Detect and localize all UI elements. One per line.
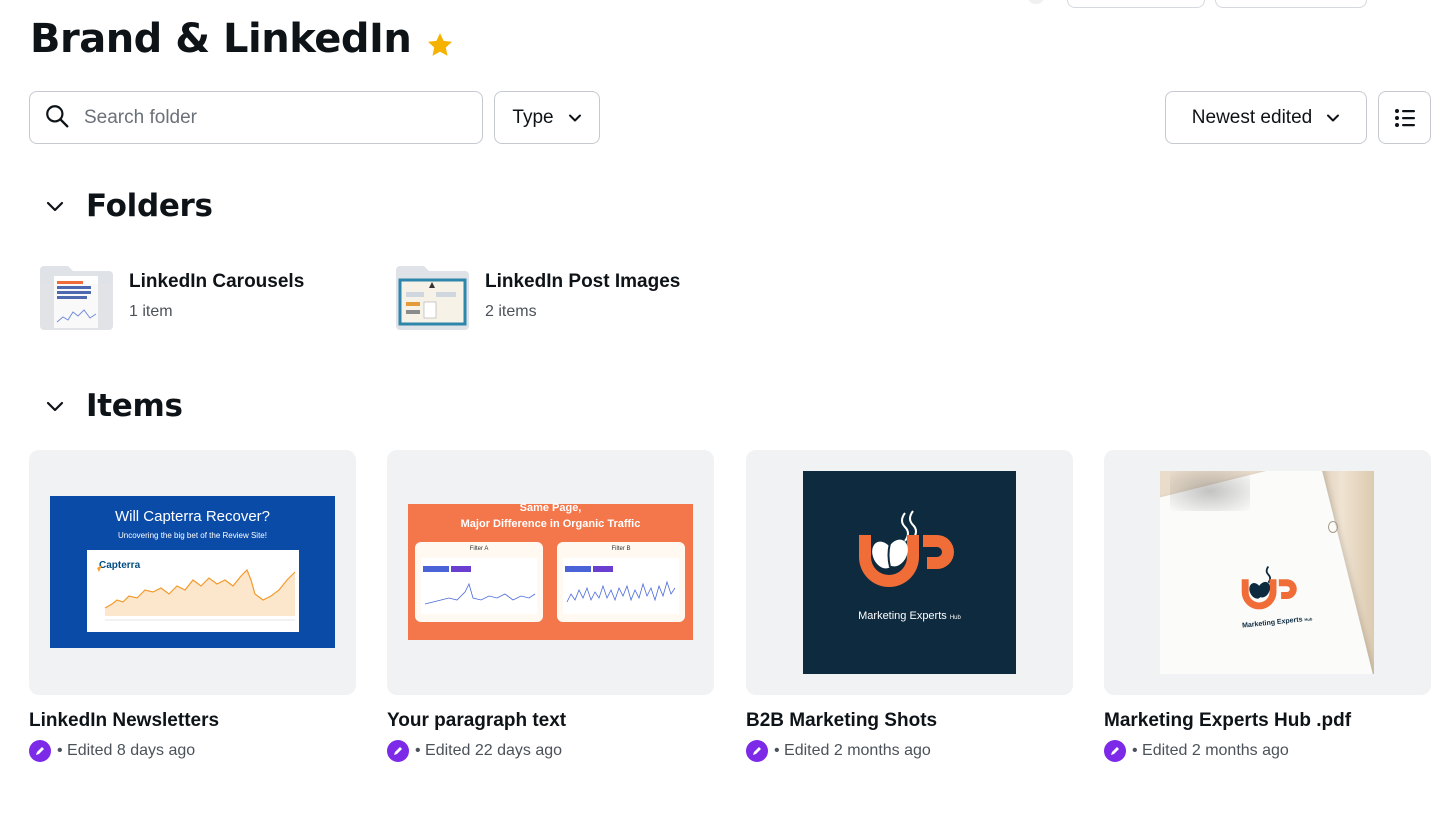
search-icon — [44, 103, 70, 133]
edit-badge-icon — [387, 740, 409, 762]
items-heading: Items — [86, 388, 183, 424]
chevron-down-icon — [46, 201, 64, 212]
list-view-toggle[interactable] — [1378, 91, 1431, 144]
panel-a-label: Filter A — [469, 546, 489, 552]
edited-time: • Edited 2 months ago — [1132, 742, 1289, 759]
panel-b-label: Filter B — [611, 546, 631, 552]
header-avatar-partial[interactable] — [1028, 0, 1044, 4]
design-card[interactable]: Marketing Experts Hub — [746, 450, 1073, 695]
folders-heading: Folders — [86, 188, 213, 224]
design-title[interactable]: B2B Marketing Shots — [746, 710, 937, 732]
edit-badge-icon — [746, 740, 768, 762]
edited-time: • Edited 22 days ago — [415, 742, 563, 759]
design-card[interactable]: Same Page, Major Difference in Organic T… — [387, 450, 714, 695]
brand-name: Marketing Experts — [858, 610, 947, 622]
sort-dropdown[interactable]: Newest edited — [1165, 91, 1367, 144]
brand-name-small: Hub — [1304, 616, 1313, 623]
design-card[interactable]: Marketing Experts Hub — [1104, 450, 1431, 695]
thumbnail-subline: Uncovering the big bet of the Review Sit… — [118, 531, 267, 540]
folder-linkedin-carousels[interactable]: LinkedIn Carousels 1 item — [40, 262, 304, 330]
chevron-down-icon — [46, 401, 64, 412]
search-input[interactable] — [84, 106, 464, 129]
folder-name: LinkedIn Post Images — [485, 271, 681, 292]
brand-name-small: Hub — [949, 615, 961, 621]
design-title[interactable]: Your paragraph text — [387, 710, 566, 732]
design-card[interactable]: Will Capterra Recover? Uncovering the bi… — [29, 450, 356, 695]
folder-count: 2 items — [485, 303, 537, 320]
star-icon[interactable] — [425, 24, 455, 56]
design-thumbnail: Same Page, Major Difference in Organic T… — [408, 502, 693, 640]
design-thumbnail: Will Capterra Recover? Uncovering the bi… — [50, 496, 335, 648]
design-title[interactable]: Marketing Experts Hub .pdf — [1104, 710, 1351, 732]
design-meta: • Edited 2 months ago — [1104, 740, 1289, 762]
folder-count: 1 item — [129, 303, 173, 320]
chevron-down-icon — [1327, 114, 1340, 121]
thumbnail-headline: Will Capterra Recover? — [114, 508, 271, 525]
folders-section-toggle[interactable]: Folders — [44, 188, 213, 224]
thumbnail-headline: Same Page, — [519, 502, 582, 514]
edit-badge-icon — [29, 740, 51, 762]
folder-icon — [40, 262, 113, 330]
design-thumbnail: Marketing Experts Hub — [1160, 471, 1374, 674]
search-box[interactable] — [29, 91, 483, 144]
list-view-icon — [1394, 108, 1415, 127]
edited-time: • Edited 8 days ago — [57, 742, 196, 759]
edit-badge-icon — [1104, 740, 1126, 762]
folder-linkedin-post-images[interactable]: LinkedIn Post Images 2 items — [396, 262, 680, 330]
thumbnail-subline: Major Difference in Organic Traffic — [460, 518, 641, 530]
design-meta: • Edited 2 months ago — [746, 740, 931, 762]
design-thumbnail: Marketing Experts Hub — [803, 471, 1016, 674]
folder-icon — [396, 262, 469, 330]
coffee-cup-logo — [1241, 565, 1297, 610]
design-meta: • Edited 22 days ago — [387, 740, 562, 762]
sort-label: Newest edited — [1191, 106, 1313, 128]
header-button-partial-1[interactable] — [1067, 0, 1205, 8]
page-title: Brand & LinkedIn — [30, 16, 412, 62]
type-filter-dropdown[interactable]: Type — [494, 91, 600, 144]
edited-time: • Edited 2 months ago — [774, 742, 931, 759]
type-filter-label: Type — [512, 106, 554, 128]
coffee-cup-logo — [859, 510, 954, 587]
header-button-partial-2[interactable] — [1215, 0, 1367, 8]
folder-name: LinkedIn Carousels — [129, 271, 305, 292]
items-section-toggle[interactable]: Items — [44, 388, 183, 424]
page-title-row: Brand & LinkedIn — [30, 16, 455, 62]
design-title[interactable]: LinkedIn Newsletters — [29, 710, 219, 732]
design-meta: • Edited 8 days ago — [29, 740, 195, 762]
chevron-down-icon — [568, 114, 581, 121]
